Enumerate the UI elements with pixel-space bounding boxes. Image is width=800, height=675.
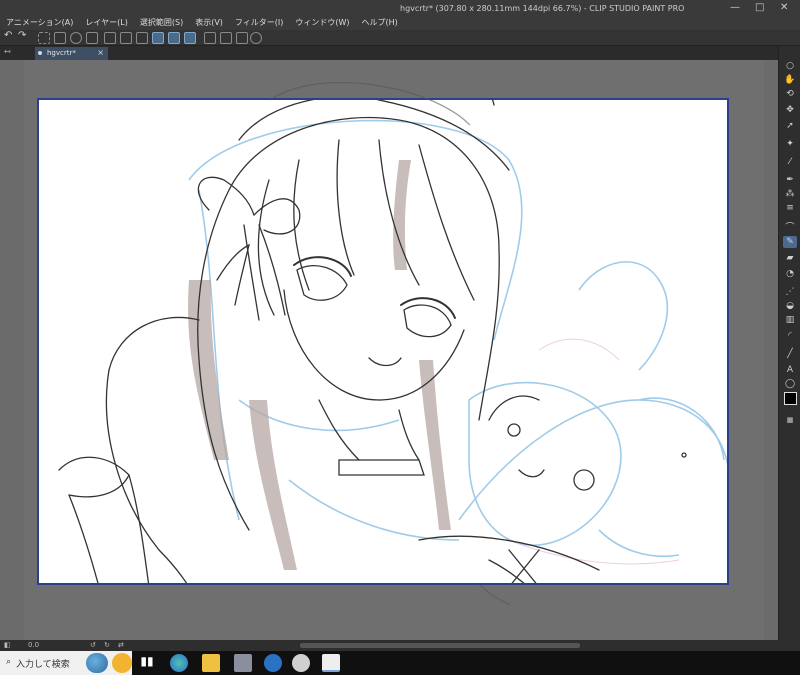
ruler-tool-icon[interactable]: ◜ [783,330,797,342]
unsaved-dot-icon [38,51,42,55]
close-window-button[interactable]: ✕ [780,2,788,13]
minimize-button[interactable]: — [730,2,740,13]
command-bar: ↶ ↷ [0,30,800,46]
figure-tool-icon[interactable]: ⋰ [783,286,797,298]
fill-tool-icon[interactable]: ◒ [783,300,797,312]
crop-icon[interactable] [220,32,232,44]
transform-icon[interactable] [86,32,98,44]
store-icon[interactable] [234,654,252,672]
hair-shadow-tone [188,160,451,570]
search-placeholder: 入力して検索 [16,660,70,670]
file-explorer-icon[interactable] [202,654,220,672]
line-tool-icon[interactable]: ╱ [783,348,797,360]
menu-selection[interactable]: 選択範囲(S) [134,0,189,28]
internet-explorer-icon[interactable] [264,654,282,672]
invert-selection-icon[interactable] [104,32,116,44]
undo-icon[interactable]: ↶ [4,30,16,42]
snap-ruler-icon[interactable] [152,32,164,44]
menu-filter[interactable]: フィルター(I) [229,0,289,28]
tool-palette: ○ ✋ ⟲ ✥ ➚ ✦ ⁄ ✒ ⁂ ≡ ⌒ ✎ ▰ ◔ ⋰ ◒ ▥ ◜ ╱ A … [778,46,800,640]
zoom-icon[interactable] [204,32,216,44]
blend-tool-icon[interactable]: ◔ [783,268,797,280]
horizontal-scrollbar[interactable] [300,643,580,648]
balloon-tool-icon[interactable]: ◯ [783,378,797,390]
drawing-canvas[interactable] [37,98,729,585]
rotate-left-icon[interactable]: ↺ [90,641,96,649]
window-title: hgvcrtr* (307.80 x 280.11mm 144dpi 66.7%… [400,4,685,13]
pencil-icon[interactable]: ✎ [783,236,797,248]
clear-outside-icon[interactable] [136,32,148,44]
clip-studio-paint-icon[interactable] [322,654,340,672]
fill-icon[interactable] [70,32,82,44]
eraser-icon[interactable]: ▰ [783,252,797,264]
globe-icon [86,653,108,673]
tab-label: hgvcrtr* [47,49,76,57]
select-all-icon[interactable] [54,32,66,44]
tab-close-icon[interactable]: × [97,48,104,57]
magic-wand-icon[interactable]: ✦ [783,138,797,150]
move-tool-icon[interactable]: ✥ [783,104,797,116]
menu-view[interactable]: 表示(V) [189,0,229,28]
zoom-value: 0.0 [28,641,40,649]
eyedropper-icon[interactable]: ⁄ [783,156,797,168]
menu-layer[interactable]: レイヤー(L) [79,0,133,28]
maximize-button[interactable]: □ [755,2,764,13]
moon-icon [112,653,132,673]
main-menu: アニメーション(A) レイヤー(L) 選択範囲(S) 表示(V) フィルター(I… [0,0,404,28]
object-tool-icon[interactable]: ➚ [783,120,797,132]
clear-icon[interactable] [120,32,132,44]
airbrush-tool-icon[interactable]: ⁂ [783,188,797,200]
zoom-tool-icon[interactable]: ○ [783,60,797,72]
menu-animation[interactable]: アニメーション(A) [0,0,79,28]
flip-icon[interactable]: ⇄ [118,641,124,649]
taskbar-search-box[interactable]: ⌕ 入力して検索 [0,651,132,675]
frame-icon[interactable] [236,32,248,44]
globe-icon[interactable] [250,32,262,44]
decoration-tool-icon[interactable]: ≡ [783,202,797,214]
clip-studio-window: hgvcrtr* (307.80 x 280.11mm 144dpi 66.7%… [0,0,800,675]
tab-hgvcrtr[interactable]: hgvcrtr* × [35,47,108,60]
sketch-artwork [58,100,727,583]
menu-help[interactable]: ヘルプ(H) [356,0,404,28]
status-bar: ◧ 0.0 ↺ ↻ ⇄ [0,640,800,651]
redo-icon[interactable]: ↷ [18,30,30,42]
snap-special-ruler-icon[interactable] [168,32,180,44]
hand-tool-icon[interactable]: ✋ [783,74,797,86]
menu-window[interactable]: ウィンドウ(W) [289,0,355,28]
brush-tool-icon[interactable]: ⌒ [783,220,797,233]
main-color-swatch[interactable] [784,392,797,405]
clip-studio-launcher-icon[interactable] [292,654,310,672]
panel-collapse-icon[interactable]: ↤ [4,47,11,56]
windows-taskbar: ⌕ 入力して検索 ▮▮ [0,651,800,675]
pink-sketch-layer [508,338,680,565]
snap-grid-icon[interactable] [184,32,196,44]
rotate-tool-icon[interactable]: ⟲ [783,88,797,100]
rotate-right-icon[interactable]: ↻ [104,641,110,649]
navigator-icon[interactable]: ◧ [4,641,11,649]
tab-bar: ↤ hgvcrtr* × [0,46,778,60]
task-view-icon[interactable]: ▮▮ [138,654,156,672]
menu-bar: hgvcrtr* (307.80 x 280.11mm 144dpi 66.7%… [0,0,800,30]
checker-pattern-icon[interactable]: ▦ [783,414,797,426]
gradient-tool-icon[interactable]: ▥ [783,314,797,326]
edge-icon[interactable] [170,654,188,672]
text-tool-icon[interactable]: A [783,364,797,376]
pen-tool-icon[interactable]: ✒ [783,174,797,186]
search-icon: ⌕ [6,657,12,667]
deselect-icon[interactable] [38,32,50,44]
